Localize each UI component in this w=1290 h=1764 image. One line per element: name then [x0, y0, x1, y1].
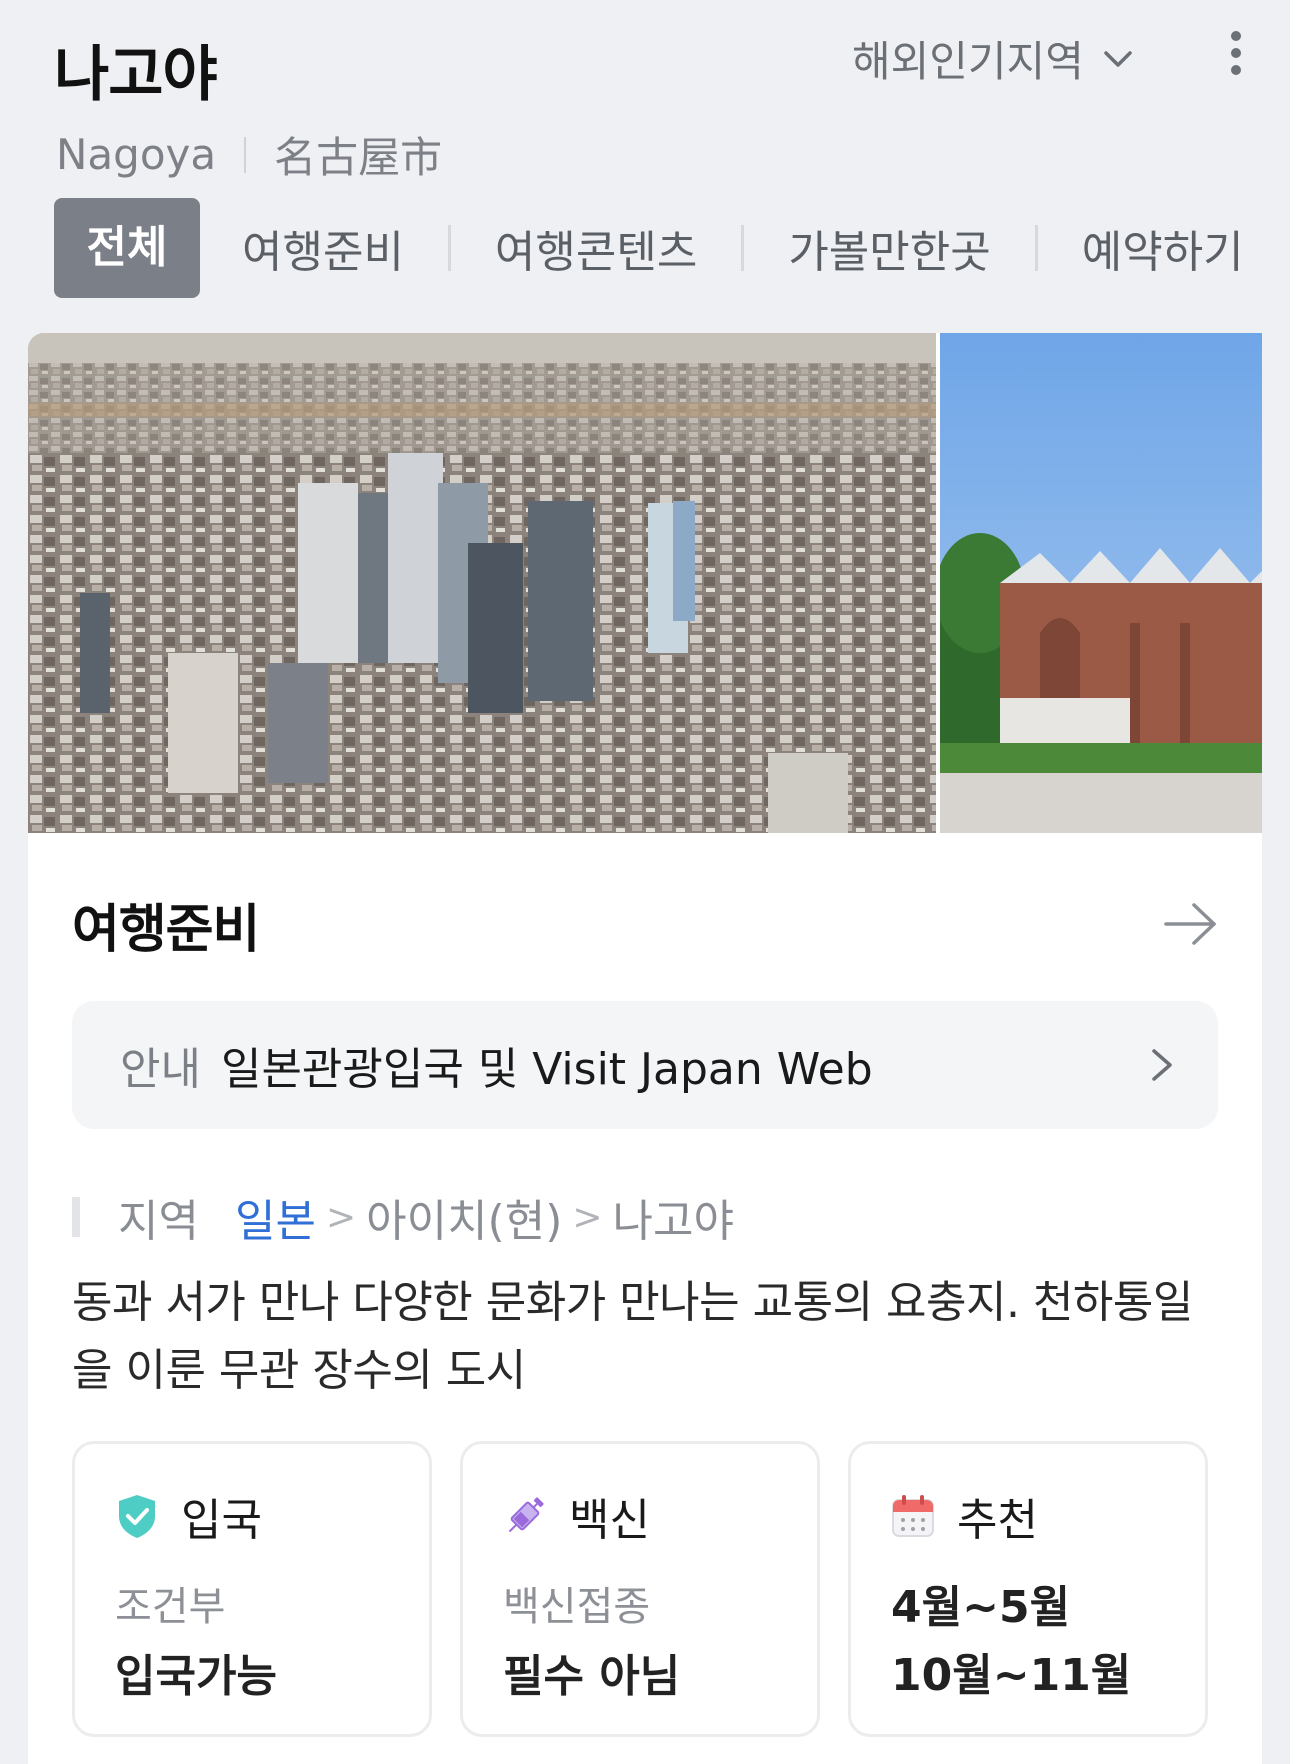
section-title: 여행준비 [72, 900, 260, 960]
recommend-title: 추천 [957, 1495, 1038, 1546]
museum-image [940, 333, 1262, 833]
tab-bar: 전체 여행준비 여행콘텐츠 가볼만한곳 예약하기 [54, 198, 1288, 298]
notice-tag: 안내 [120, 1044, 201, 1095]
breadcrumb-separator: > [325, 1196, 357, 1238]
vaccine-value: 필수 아님 [503, 1651, 681, 1702]
city-skyline-image [28, 333, 936, 833]
tab-attractions[interactable]: 가볼만한곳 [744, 216, 1034, 280]
breadcrumb-separator: > [572, 1196, 603, 1238]
page-subtitle: Nagoya 名古屋市 [56, 124, 442, 185]
subtitle-english: Nagoya [56, 130, 217, 179]
vaccine-header: 백신 [501, 1484, 650, 1548]
entry-value: 입국가능 [115, 1651, 277, 1702]
chevron-down-icon [1104, 50, 1132, 67]
breadcrumb-prefecture[interactable]: 아이치(현) [366, 1185, 562, 1249]
city-description: 동과 서가 만나 다양한 문화가 만나는 교통의 요충지. 천하통일을 이룬 무… [72, 1277, 1193, 1396]
region-breadcrumb: 지역 일본 > 아이치(현) > 나고야 [72, 1185, 734, 1249]
tab-travel-prep[interactable]: 여행준비 [200, 216, 448, 280]
entry-sub: 조건부 [115, 1584, 226, 1630]
breadcrumb-country[interactable]: 일본 [235, 1185, 316, 1249]
subtitle-japanese: 名古屋市 [274, 133, 443, 182]
entry-title: 입국 [181, 1495, 262, 1546]
arrow-right-icon[interactable] [1162, 895, 1220, 953]
shield-check-icon [119, 1495, 155, 1538]
vaccine-sub: 백신접종 [503, 1584, 651, 1630]
destination-card: 여행준비 안내 일본관광입국 및 Visit Japan Web 지역 일본 >… [28, 333, 1262, 1764]
region-select[interactable]: 해외인기지역 [852, 28, 1138, 89]
breadcrumb-marker [72, 1197, 80, 1237]
entry-info-box[interactable]: 입국 조건부 입국가능 [72, 1441, 432, 1737]
chevron-right-icon [1152, 1049, 1172, 1081]
subtitle-divider [244, 136, 247, 173]
recommend-info-box[interactable]: 추천 4월~5월 10월~11월 [848, 1441, 1208, 1737]
more-vertical-icon[interactable] [1218, 28, 1254, 78]
page: 나고야 해외인기지역 Nagoya 名古屋市 전체 여행준비 여행콘텐츠 가볼만… [0, 0, 1290, 1764]
page-title: 나고야 [54, 40, 218, 110]
tab-booking[interactable]: 예약하기 [1038, 216, 1288, 280]
breadcrumb-label: 지역 [118, 1196, 199, 1247]
notice-text: 일본관광입국 및 Visit Japan Web [220, 1044, 873, 1095]
tab-all[interactable]: 전체 [54, 198, 200, 298]
vaccine-title: 백신 [569, 1495, 650, 1546]
calendar-icon [892, 1495, 934, 1537]
breadcrumb-city[interactable]: 나고야 [613, 1185, 734, 1249]
syringe-icon [508, 1497, 544, 1533]
museum-photo[interactable] [940, 333, 1262, 833]
recommend-periods: 4월~5월 10월~11월 [891, 1574, 1131, 1710]
region-select-label: 해외인기지역 [852, 37, 1084, 86]
vaccine-info-box[interactable]: 백신 백신접종 필수 아님 [460, 1441, 820, 1737]
entry-header: 입국 [113, 1484, 262, 1548]
recommend-period-2: 10월~11월 [891, 1650, 1132, 1701]
info-box-row: 입국 조건부 입국가능 백신 백신접종 필수 아님 추천 4월~5월 10월~1… [72, 1441, 1208, 1737]
city-skyline-photo[interactable] [28, 333, 940, 833]
tab-travel-content[interactable]: 여행콘텐츠 [451, 216, 741, 280]
recommend-period-1: 4월~5월 [891, 1582, 1071, 1633]
recommend-header: 추천 [889, 1484, 1038, 1548]
notice-banner[interactable]: 안내 일본관광입국 및 Visit Japan Web [72, 1001, 1218, 1129]
photo-carousel[interactable] [28, 333, 1262, 833]
